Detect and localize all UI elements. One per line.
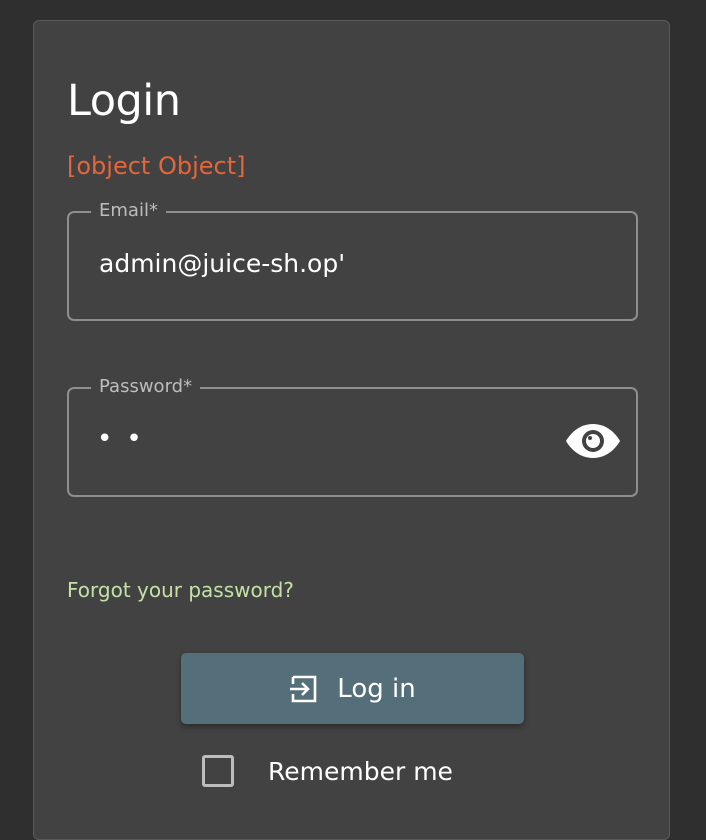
password-field[interactable]: Password* •• xyxy=(67,373,638,497)
error-message: [object Object] xyxy=(67,152,246,180)
remember-me-checkbox[interactable] xyxy=(202,755,234,787)
login-icon xyxy=(289,674,319,704)
remember-me[interactable]: Remember me xyxy=(202,755,453,787)
email-field[interactable]: Email* xyxy=(67,197,638,321)
password-label: Password* xyxy=(91,373,201,401)
page-title: Login xyxy=(67,76,181,126)
login-card: Login [object Object] Email* Password* •… xyxy=(33,20,670,840)
password-input[interactable]: •• xyxy=(97,419,156,459)
password-visibility-toggle[interactable] xyxy=(564,419,622,463)
email-label: Email* xyxy=(91,197,166,225)
email-input[interactable] xyxy=(99,243,559,283)
remember-me-label: Remember me xyxy=(268,756,453,786)
eye-icon xyxy=(566,424,620,458)
login-button[interactable]: Log in xyxy=(181,653,524,724)
forgot-password-link[interactable]: Forgot your password? xyxy=(67,578,294,602)
login-button-label: Log in xyxy=(337,673,416,704)
